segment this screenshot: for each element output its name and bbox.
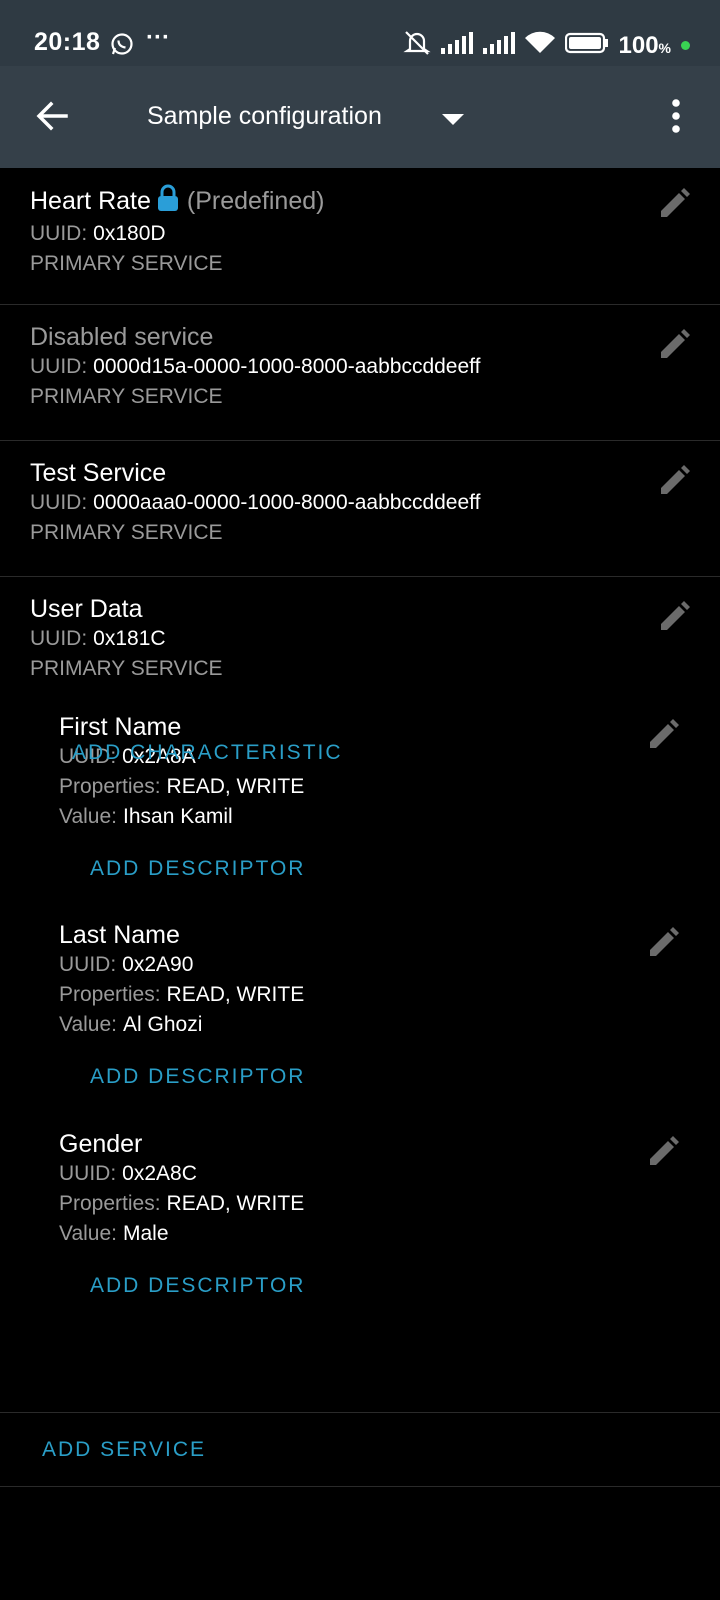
edit-icon[interactable] (647, 927, 679, 959)
dropdown-arrow-icon[interactable] (442, 113, 464, 131)
service-title: Test Service (30, 459, 167, 487)
page-title[interactable]: Sample configuration (147, 102, 382, 131)
add-descriptor-button[interactable]: ADD DESCRIPTOR (90, 1274, 305, 1298)
more-notifications-icon: ··· (146, 24, 170, 51)
status-time: 20:18 (34, 28, 101, 56)
characteristic-title: Last Name (59, 921, 180, 949)
characteristic-properties: Properties: READ, WRITE (59, 1192, 305, 1215)
service-uuid: UUID: 0x180D (30, 222, 166, 245)
service-item[interactable]: Heart Rate (Predefined) UUID: 0x180D PRIMA… (0, 168, 720, 305)
service-uuid: UUID: 0000d15a-0000-1000-8000-aabbccddeef… (30, 355, 481, 378)
characteristic-item[interactable]: Last Name UUID: 0x2A90 Properties: READ, W… (59, 921, 689, 1121)
service-type: PRIMARY SERVICE (30, 657, 223, 680)
characteristic-uuid: UUID: 0x2A8C (59, 1162, 197, 1185)
edit-icon[interactable] (658, 601, 690, 633)
add-descriptor-button[interactable]: ADD DESCRIPTOR (90, 1065, 305, 1089)
charging-dot (681, 41, 690, 50)
characteristic-properties: Properties: READ, WRITE (59, 983, 305, 1006)
service-list: Heart Rate (Predefined) UUID: 0x180D PRIMA… (0, 168, 720, 1487)
service-item[interactable]: Test Service UUID: 0000aaa0-0000-1000-800… (0, 441, 720, 577)
service-type: PRIMARY SERVICE (30, 521, 223, 544)
characteristic-properties: Properties: READ, WRITE (59, 775, 305, 798)
add-characteristic-button[interactable]: ADD CHARACTERISTIC (72, 741, 343, 765)
characteristic-item[interactable]: Gender UUID: 0x2A8C Properties: READ, WRIT… (59, 1130, 689, 1330)
characteristic-value: Value: Male (59, 1222, 169, 1245)
app-bar: Sample configuration (0, 66, 720, 168)
status-bar: 20:18 ··· 100% (0, 0, 720, 66)
lock-icon (157, 184, 179, 219)
add-descriptor-button[interactable]: ADD DESCRIPTOR (90, 857, 305, 881)
edit-icon[interactable] (658, 465, 690, 497)
predefined-label: (Predefined) (186, 187, 325, 215)
characteristic-value: Value: Al Ghozi (59, 1013, 203, 1036)
service-title: Heart Rate (Predefined) (30, 184, 720, 219)
battery-percent: 100% (618, 31, 672, 59)
service-type: PRIMARY SERVICE (30, 252, 223, 275)
edit-icon[interactable] (647, 1136, 679, 1168)
whatsapp-icon (110, 32, 134, 61)
service-item[interactable]: Disabled service UUID: 0000d15a-0000-1000… (0, 305, 720, 441)
service-type: PRIMARY SERVICE (30, 385, 223, 408)
more-vert-icon[interactable] (670, 98, 682, 139)
signal-icon-2 (482, 32, 515, 59)
characteristic-uuid: UUID: 0x2A90 (59, 953, 194, 976)
add-service-row: ADD SERVICE (0, 1413, 720, 1487)
back-arrow-icon[interactable] (34, 98, 70, 134)
bell-off-icon (402, 30, 431, 61)
wifi-icon (524, 31, 555, 60)
characteristic-value: Value: Ihsan Kamil (59, 805, 233, 828)
add-service-button[interactable]: ADD SERVICE (42, 1438, 720, 1462)
service-title: Disabled service (30, 323, 214, 351)
service-uuid: UUID: 0x181C (30, 627, 166, 650)
edit-icon[interactable] (658, 188, 690, 220)
status-icons: 100% (402, 30, 690, 61)
characteristic-title: Gender (59, 1130, 143, 1158)
battery-icon (564, 32, 609, 59)
edit-icon[interactable] (647, 719, 679, 751)
characteristic-title: First Name (59, 713, 182, 741)
signal-icon (440, 32, 473, 59)
edit-icon[interactable] (658, 329, 690, 361)
service-title: User Data (30, 595, 143, 623)
service-uuid: UUID: 0000aaa0-0000-1000-8000-aabbccddeef… (30, 491, 481, 514)
service-item[interactable]: User Data UUID: 0x181C PRIMARY SERVICE Fi… (0, 577, 720, 1413)
